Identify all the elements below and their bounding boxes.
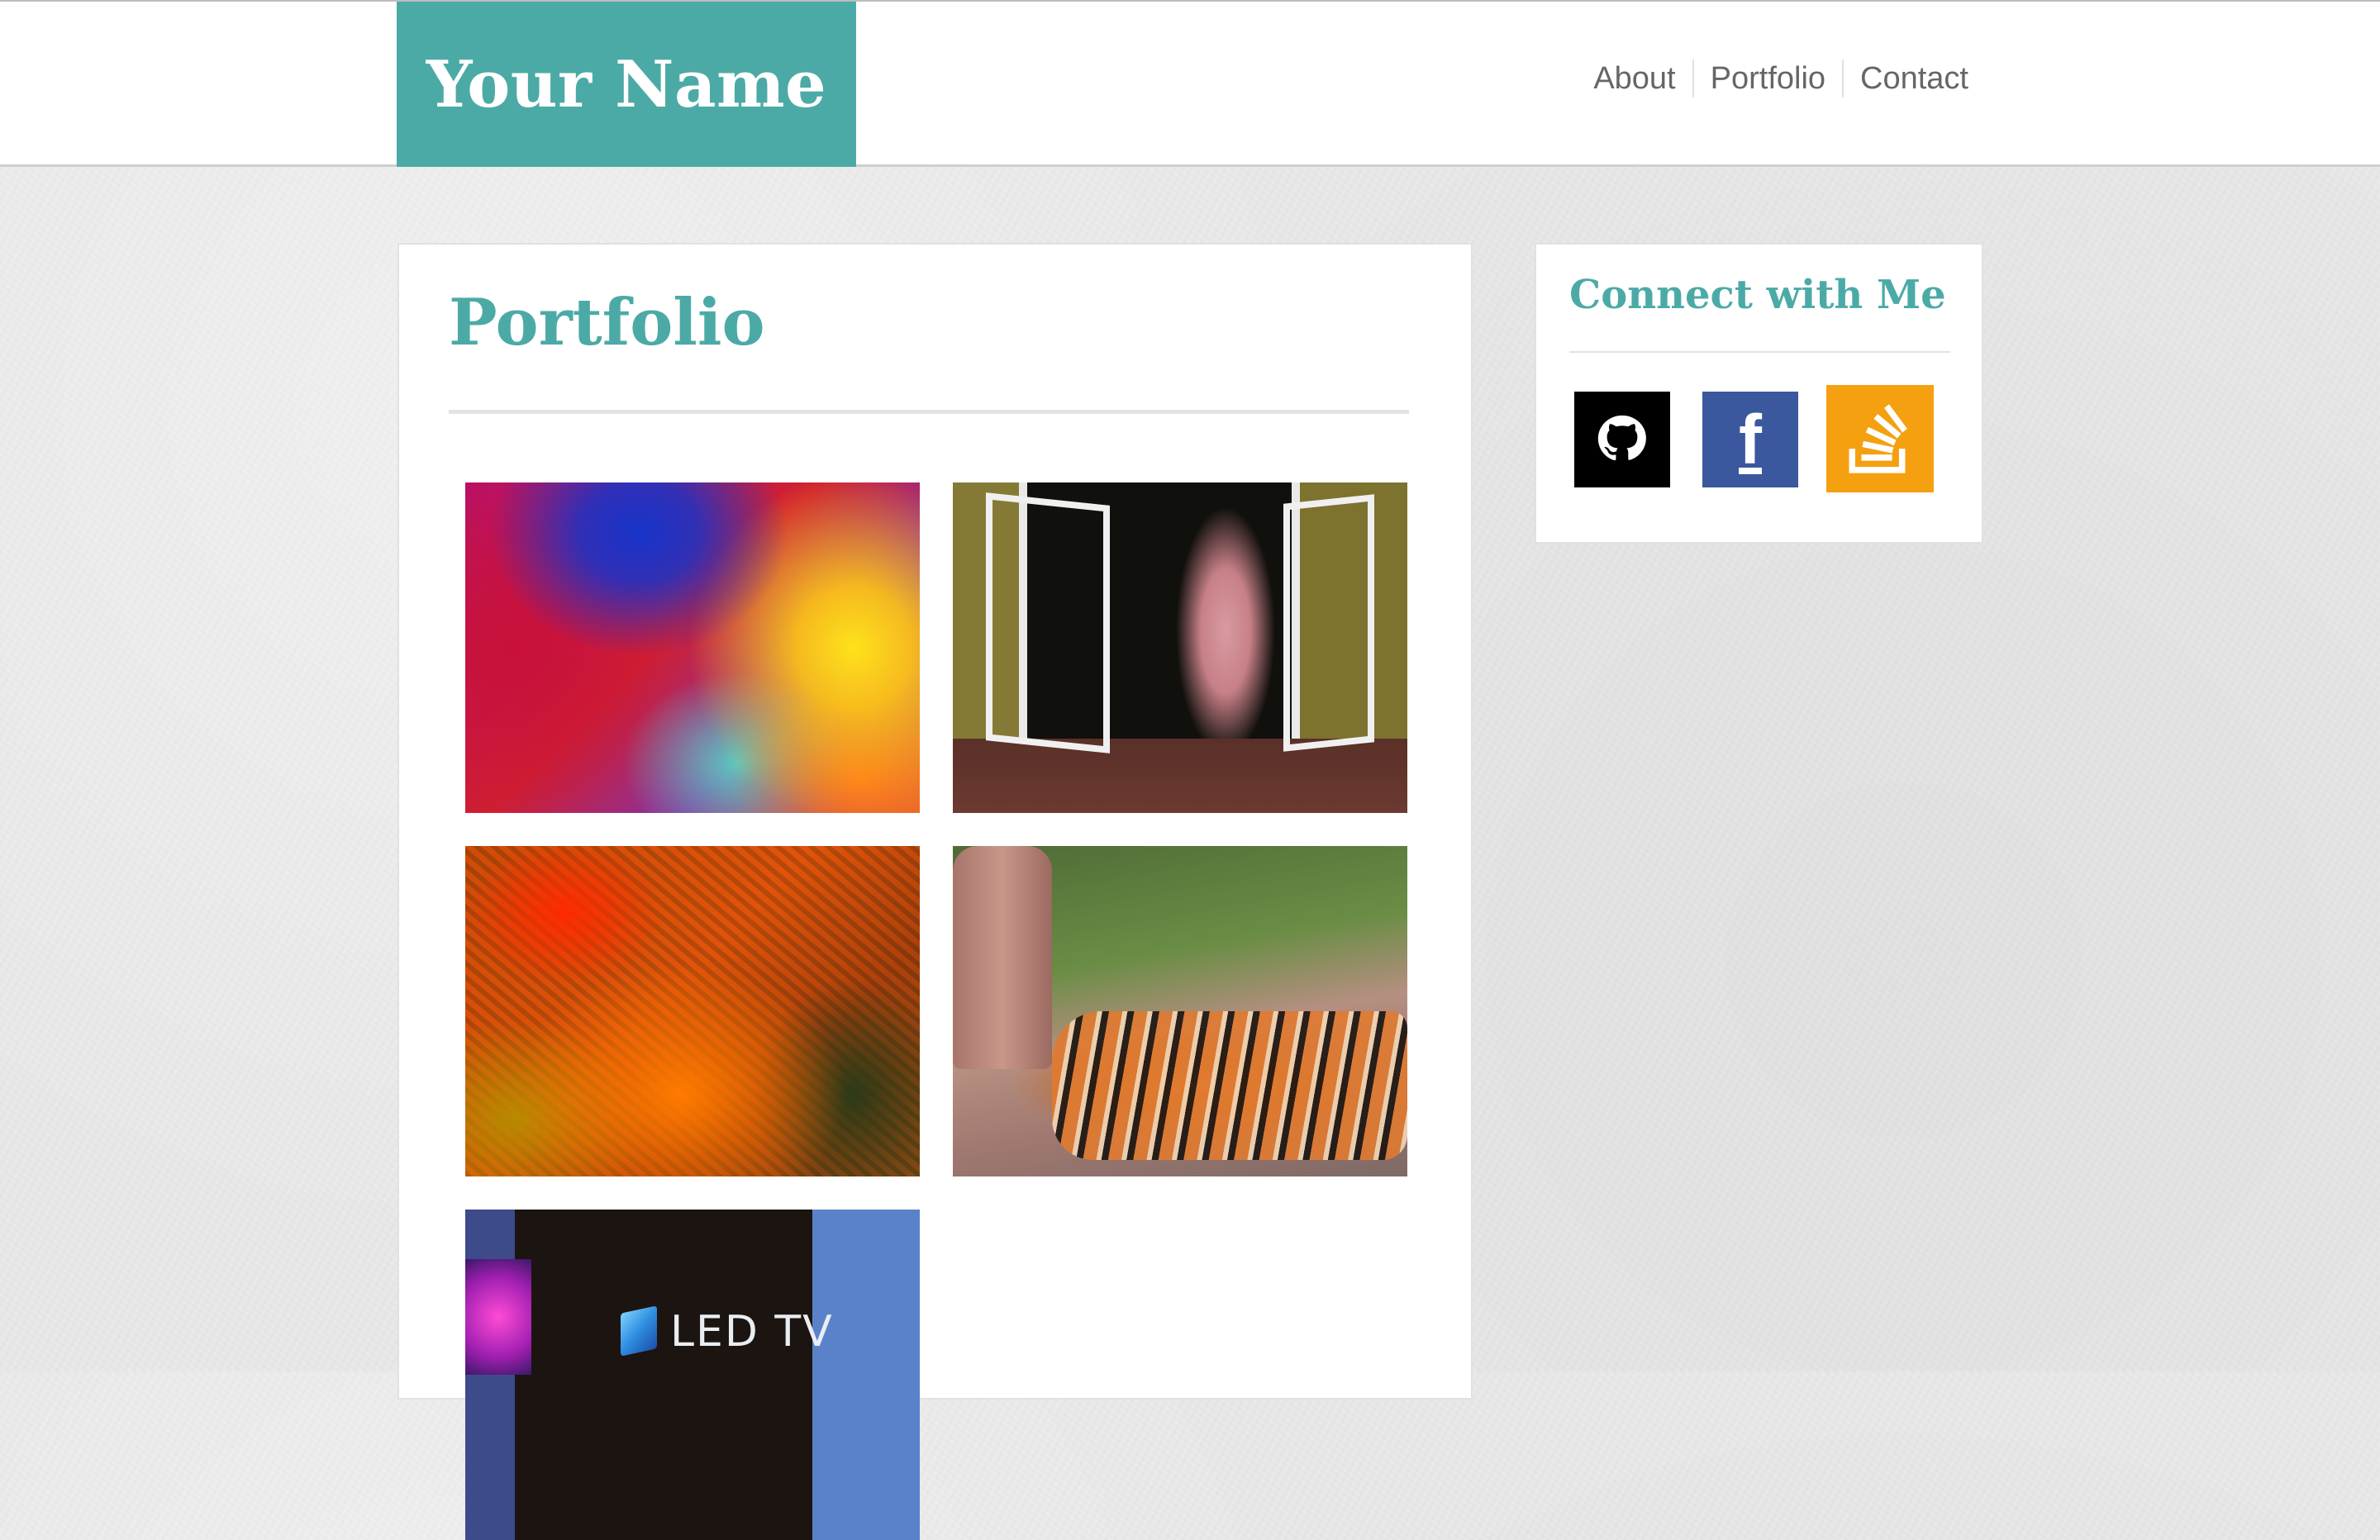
connect-divider bbox=[1569, 351, 1950, 353]
title-divider bbox=[449, 410, 1409, 414]
connect-panel: Connect with Me f bbox=[1535, 243, 1983, 544]
gallery-thumb-woman-in-window[interactable] bbox=[953, 482, 1407, 813]
nav-about[interactable]: About bbox=[1577, 59, 1692, 97]
nav-contact[interactable]: Contact bbox=[1842, 59, 1968, 97]
connect-title: Connect with Me bbox=[1569, 272, 1946, 318]
gallery-thumb-abstract-colors[interactable] bbox=[465, 482, 920, 813]
stackoverflow-icon bbox=[1849, 404, 1907, 473]
github-link[interactable] bbox=[1574, 392, 1670, 487]
github-icon bbox=[1597, 415, 1646, 461]
nav-portfolio[interactable]: Portfolio bbox=[1692, 59, 1842, 97]
site-brand[interactable]: Your Name bbox=[397, 2, 856, 167]
facebook-link[interactable]: f bbox=[1702, 392, 1798, 487]
led-tv-label: LED TV bbox=[621, 1307, 834, 1357]
stackoverflow-link[interactable] bbox=[1826, 385, 1934, 492]
gallery-thumb-tiger-on-wall[interactable] bbox=[953, 846, 1407, 1176]
gallery-thumb-led-tv[interactable]: LED TV bbox=[465, 1210, 920, 1540]
site-header: Your Name About Portfolio Contact bbox=[0, 0, 2380, 167]
gallery-thumb-orange-texture[interactable] bbox=[465, 846, 920, 1176]
portfolio-panel: Portfolio LED TV bbox=[397, 243, 1473, 1540]
facebook-icon: f bbox=[1739, 400, 1762, 478]
page-title: Portfolio bbox=[449, 285, 765, 360]
main-nav: About Portfolio Contact bbox=[1577, 59, 1968, 97]
